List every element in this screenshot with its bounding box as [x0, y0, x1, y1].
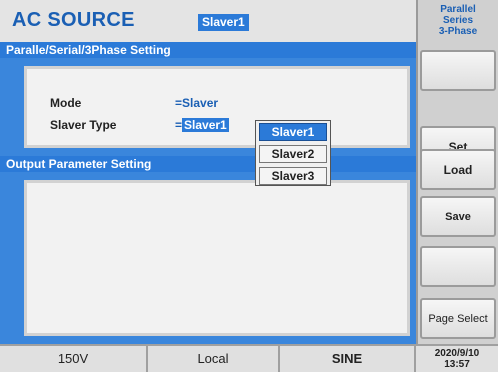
panel-output-body [0, 172, 416, 344]
slaver-type-dropdown[interactable]: Slaver1 Slaver2 Slaver3 [255, 120, 331, 186]
status-bar: 150V Local SINE 2020/9/10 13:57 [0, 344, 498, 372]
panel-setting-header: Paralle/Serial/3Phase Setting [0, 42, 416, 58]
dropdown-option-slaver2[interactable]: Slaver2 [259, 145, 327, 163]
header: AC SOURCE Slaver1 [0, 0, 416, 42]
screen: AC SOURCE Slaver1 Paralle/Serial/3Phase … [0, 0, 498, 372]
status-voltage: 150V [0, 346, 148, 372]
softkey-sidebar: Parallel Series 3-Phase Set Load Save Pa… [416, 0, 498, 344]
sidebar-title: Parallel Series 3-Phase [418, 0, 498, 42]
app-title: AC SOURCE [12, 9, 135, 31]
dropdown-option-slaver3[interactable]: Slaver3 [259, 167, 327, 185]
slaver-type-value[interactable]: = Slaver1 [175, 118, 229, 132]
mode-value[interactable]: =Slaver [175, 96, 218, 110]
slaver-type-prefix: = [175, 118, 183, 132]
sidebar-title-line1: Parallel [440, 4, 476, 15]
status-waveform: SINE [280, 346, 416, 372]
status-date: 2020/9/10 [434, 348, 480, 359]
panel-output-header: Output Parameter Setting [0, 156, 416, 172]
dropdown-option-slaver1[interactable]: Slaver1 [259, 123, 327, 141]
sidebar-title-line2: Series [442, 15, 474, 26]
sidebar-title-line3: 3-Phase [438, 26, 478, 37]
save-button[interactable]: Save [420, 196, 496, 237]
mode-badge: Slaver1 [198, 14, 249, 31]
slaver-type-selected[interactable]: Slaver1 [182, 118, 229, 132]
load-button[interactable]: Load [420, 149, 496, 190]
slaver-type-label: Slaver Type [50, 118, 117, 132]
softkey-5-button[interactable] [420, 246, 496, 287]
status-time: 13:57 [444, 359, 470, 370]
page-select-button[interactable]: Page Select [420, 298, 496, 339]
softkey-1-button[interactable] [420, 50, 496, 91]
mode-label: Mode [50, 96, 82, 110]
status-control: Local [148, 346, 280, 372]
status-datetime: 2020/9/10 13:57 [416, 346, 498, 372]
panel-output-inner [24, 180, 410, 336]
